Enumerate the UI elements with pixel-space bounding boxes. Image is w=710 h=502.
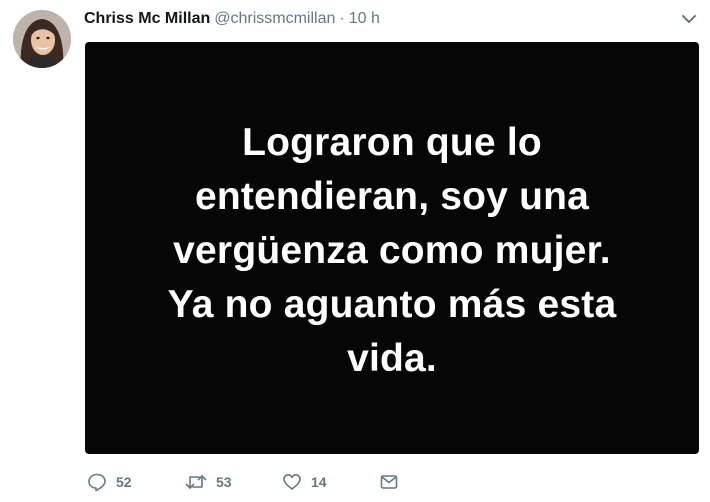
reply-icon <box>88 473 106 492</box>
direct-message-button[interactable] <box>379 466 399 498</box>
envelope-icon <box>380 475 398 489</box>
retweet-button[interactable]: 53 <box>185 466 232 498</box>
media-text-line: entendieran, soy una <box>194 175 590 218</box>
reply-button[interactable]: 52 <box>87 466 132 498</box>
media-text-line: vergüenza como mujer. <box>173 229 611 272</box>
avatar[interactable] <box>13 10 71 68</box>
tweet-actions: 52 53 14 <box>85 466 485 498</box>
avatar-image <box>13 10 71 68</box>
display-name[interactable]: Chriss Mc Millan <box>84 10 210 27</box>
like-button[interactable]: 14 <box>282 466 327 498</box>
timestamp[interactable]: 10 h <box>349 10 380 27</box>
tweet: Chriss Mc Millan @chrissmcmillan · 10 h Log… <box>0 0 710 502</box>
user-handle[interactable]: @chrissmcmillan <box>214 10 335 27</box>
heart-icon <box>283 474 301 490</box>
like-count: 14 <box>311 474 327 490</box>
media-text-line: Ya no aguanto más esta <box>167 283 617 326</box>
tweet-header: Chriss Mc Millan @chrissmcmillan · 10 h <box>84 9 380 29</box>
tweet-media-image[interactable]: Lograron que lo entendieran, soy una ver… <box>85 42 699 454</box>
media-text-line: Lograron que lo <box>242 121 542 164</box>
retweet-icon <box>185 475 207 489</box>
chevron-down-icon[interactable] <box>680 12 698 26</box>
media-text: Lograron que lo entendieran, soy una ver… <box>112 116 672 386</box>
retweet-count: 53 <box>216 474 232 490</box>
reply-count: 52 <box>116 474 132 490</box>
separator: · <box>339 10 345 27</box>
media-text-line: vida. <box>347 337 437 380</box>
